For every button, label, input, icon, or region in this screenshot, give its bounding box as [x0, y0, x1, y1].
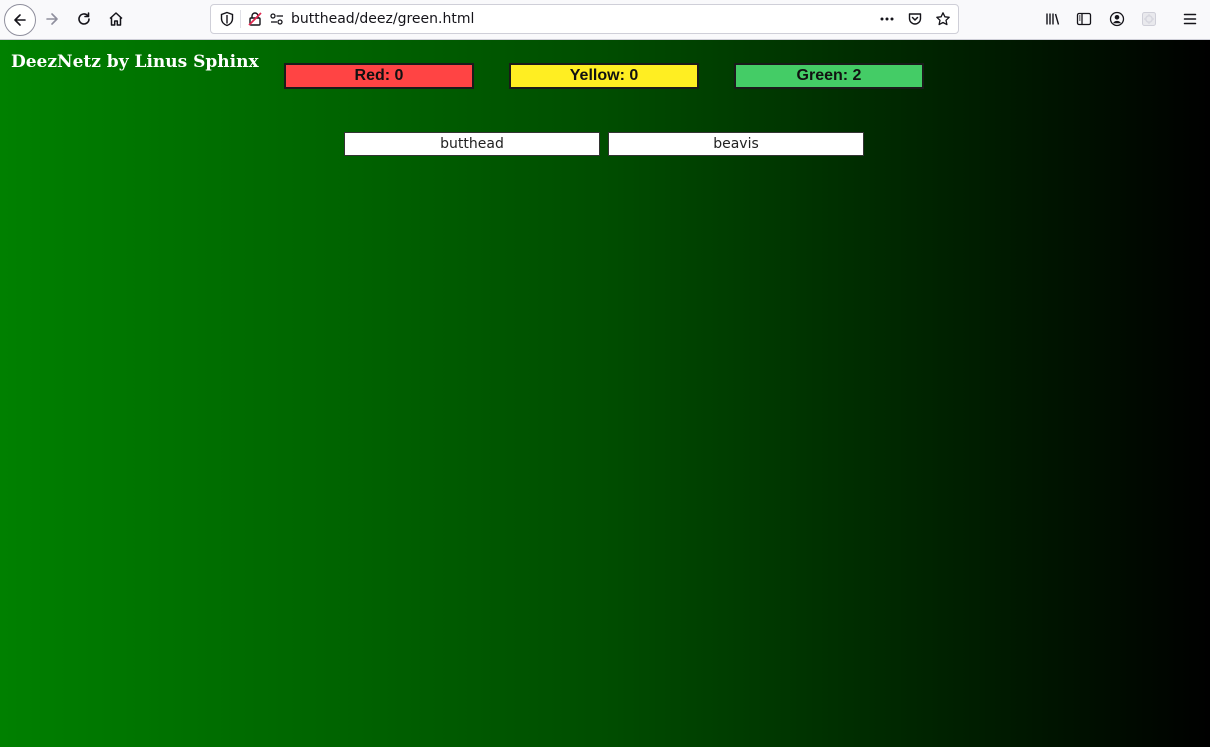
more-dots-icon[interactable] [879, 11, 895, 27]
pocket-icon[interactable] [907, 11, 923, 27]
home-button[interactable] [101, 4, 131, 34]
sidebar-icon[interactable] [1069, 4, 1099, 34]
home-icon [109, 12, 123, 26]
page-content: DeezNetz by Linus Sphinx Red: 0 Yellow: … [0, 40, 1210, 747]
shield-icon[interactable] [219, 11, 235, 27]
star-icon[interactable] [935, 11, 951, 27]
reload-button[interactable] [69, 4, 99, 34]
reload-icon [78, 12, 90, 25]
url-text[interactable]: butthead/deez/green.html [291, 11, 474, 27]
status-badge-red: Red: 0 [284, 63, 474, 89]
url-bar[interactable]: butthead/deez/green.html [210, 4, 959, 34]
page-title: DeezNetz by Linus Sphinx [11, 52, 259, 72]
status-badge-green: Green: 2 [734, 63, 924, 89]
permissions-icon[interactable] [269, 11, 285, 27]
status-badge-yellow: Yellow: 0 [509, 63, 699, 89]
browser-toolbar: butthead/deez/green.html [0, 0, 1210, 40]
back-arrow-icon [14, 14, 26, 26]
forward-arrow-icon [46, 13, 58, 25]
insecure-lock-icon[interactable] [247, 11, 263, 27]
host-tile-butthead[interactable]: butthead [344, 132, 600, 156]
extension-icon[interactable] [1134, 4, 1164, 34]
url-separator [240, 10, 241, 28]
back-button[interactable] [4, 4, 36, 36]
hamburger-menu-icon[interactable] [1175, 4, 1205, 34]
host-tile-beavis[interactable]: beavis [608, 132, 864, 156]
forward-button[interactable] [37, 4, 67, 34]
account-icon[interactable] [1102, 4, 1132, 34]
library-icon[interactable] [1038, 4, 1068, 34]
